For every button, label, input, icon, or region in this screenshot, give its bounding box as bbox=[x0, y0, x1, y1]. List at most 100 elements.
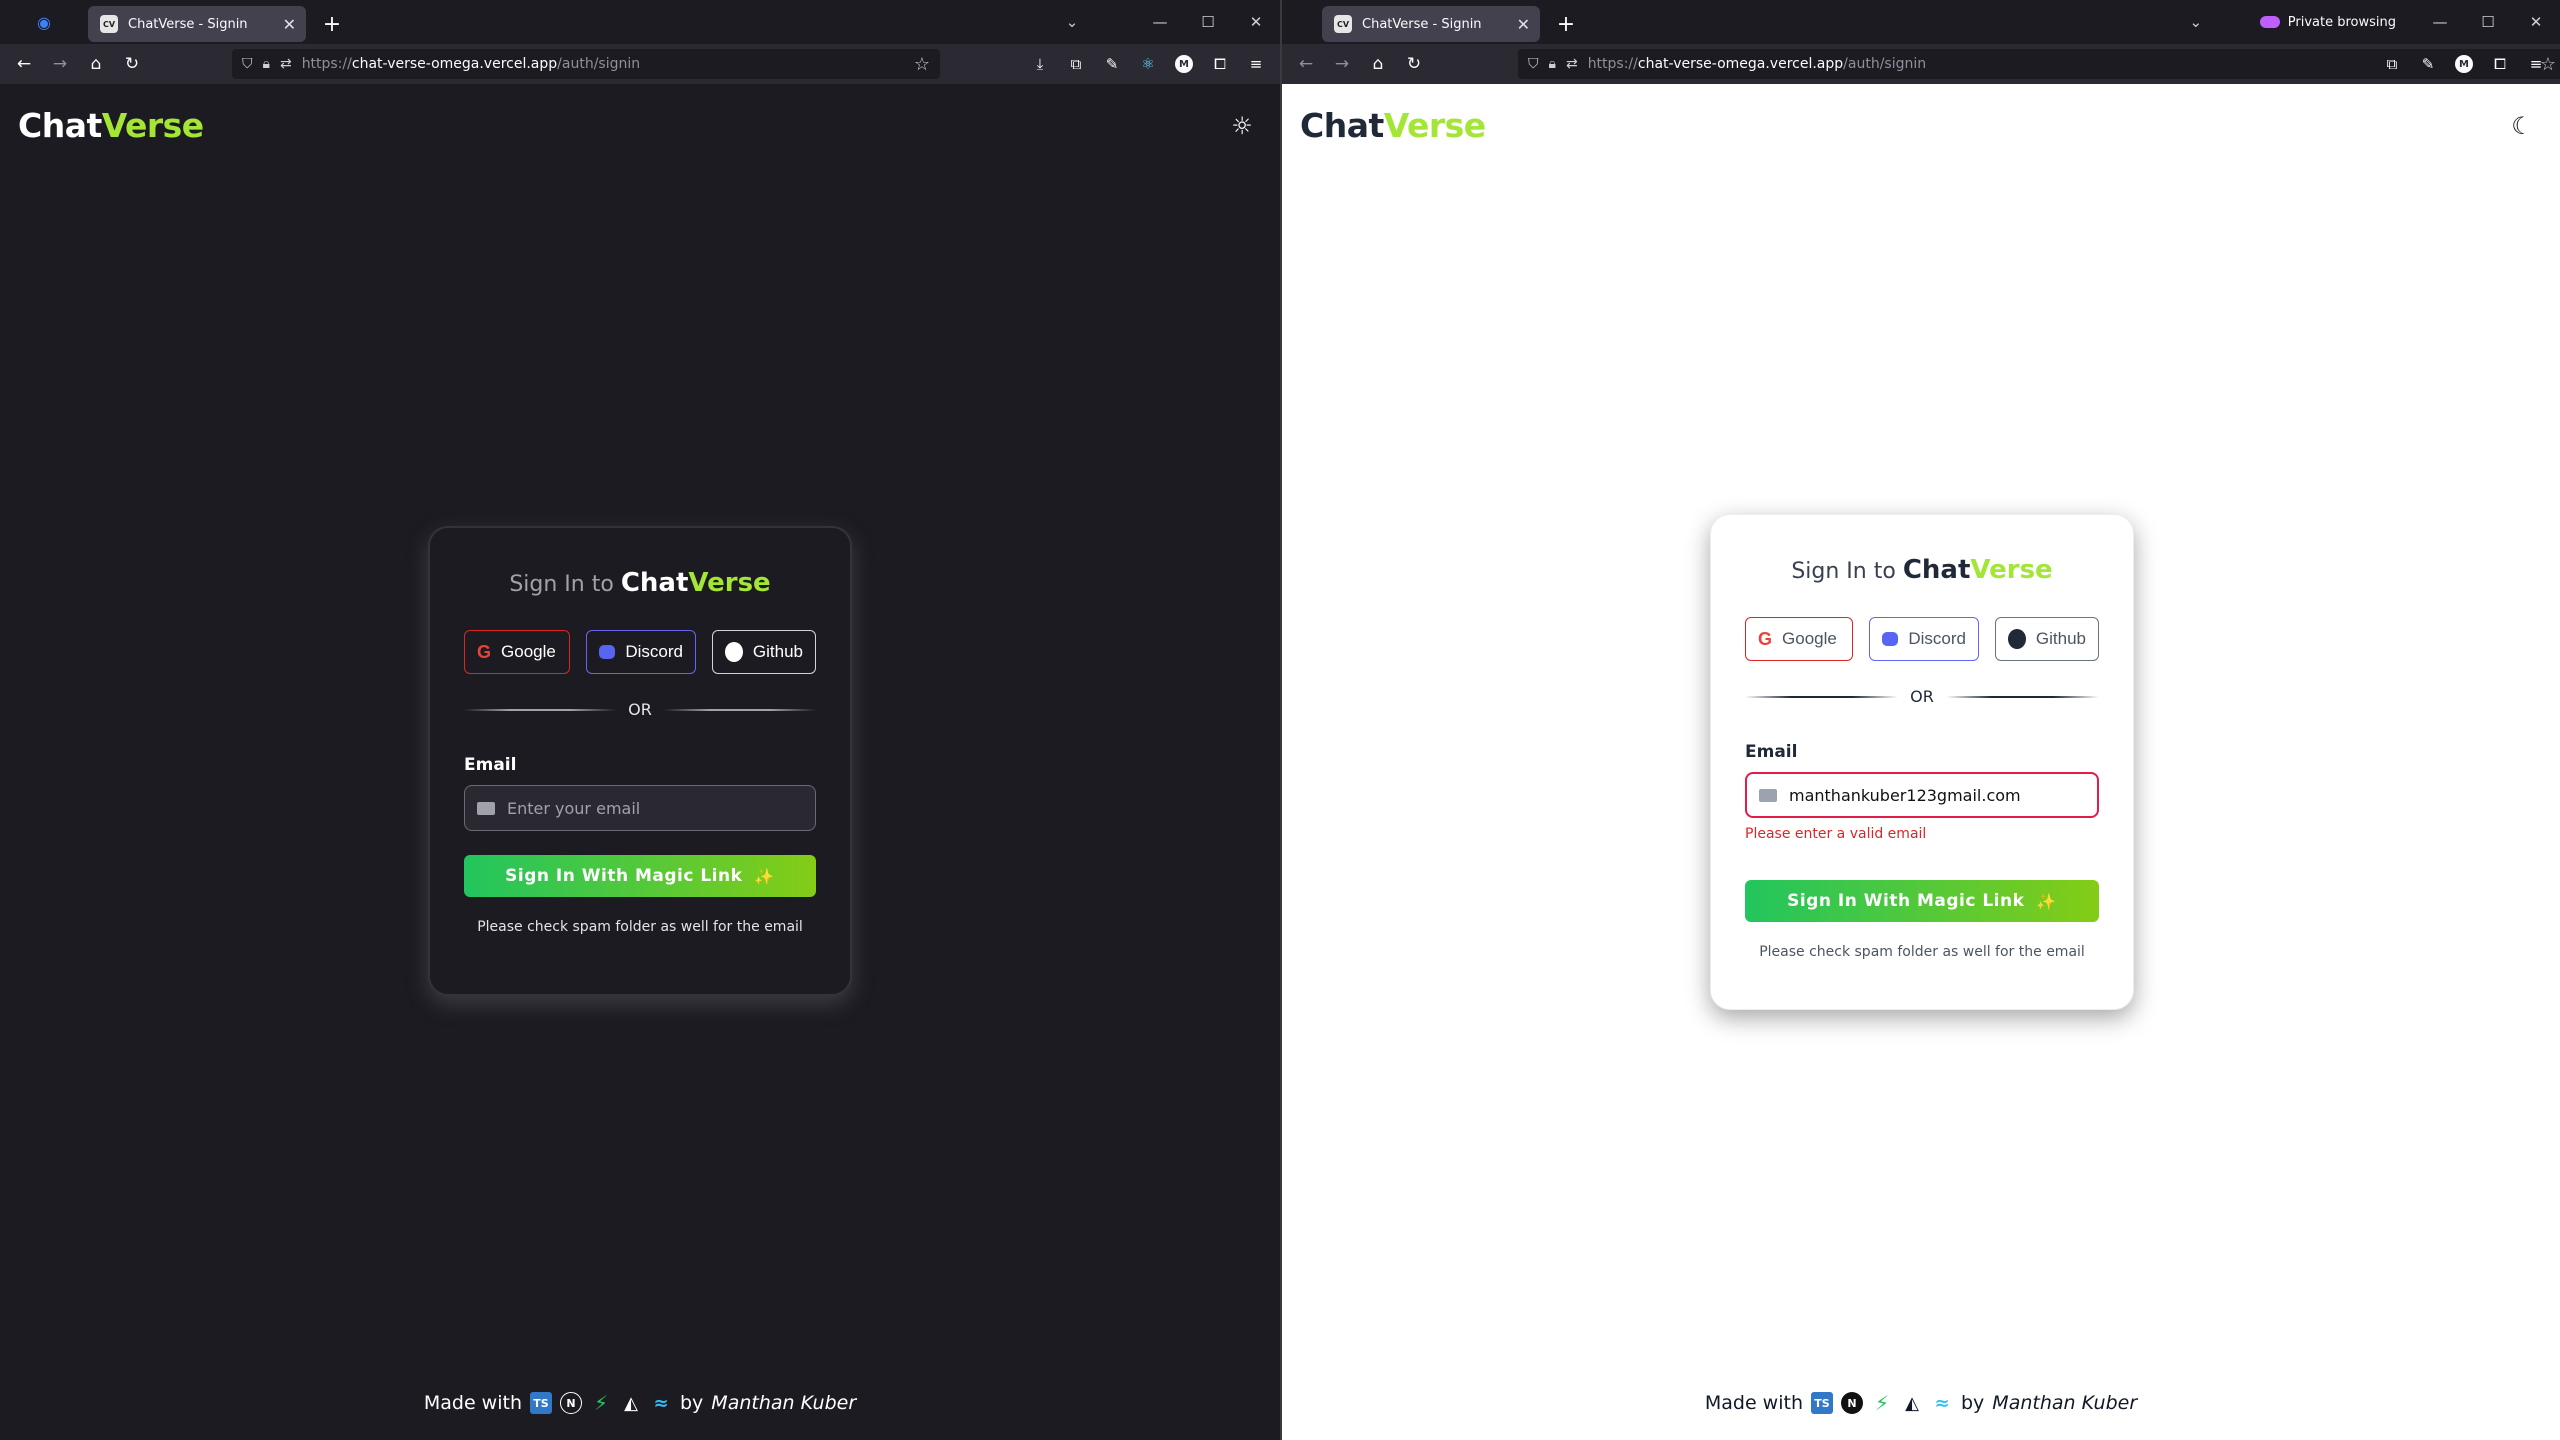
signin-page-dark: ChatVerse ☼ Sign In to ChatVerse G Google… bbox=[0, 84, 1280, 1440]
screenshot-icon[interactable]: ⧉ bbox=[1060, 48, 1092, 80]
nextjs-icon: N bbox=[559, 1392, 582, 1414]
brand-logo[interactable]: ChatVerse bbox=[1300, 106, 1486, 145]
minimize-icon[interactable]: — bbox=[1136, 13, 1184, 31]
bookmark-star-icon[interactable]: ☆ bbox=[914, 54, 930, 75]
discord-button[interactable]: Discord bbox=[1869, 617, 1979, 661]
maximize-icon[interactable]: ☐ bbox=[1184, 13, 1232, 31]
github-button[interactable]: Github bbox=[1995, 617, 2099, 661]
discord-icon bbox=[599, 645, 616, 659]
discord-icon bbox=[1882, 632, 1899, 646]
browser-tab[interactable]: CV ChatVerse - Signin ✕ bbox=[1322, 6, 1540, 42]
tab-list-chevron-icon[interactable]: ⌄ bbox=[1048, 13, 1096, 31]
download-icon[interactable]: ⤓ bbox=[1024, 48, 1056, 80]
permissions-icon[interactable]: ⇄ bbox=[280, 56, 292, 72]
menu-hamburger-icon[interactable]: ≡ bbox=[1240, 48, 1272, 80]
email-error-message: Please enter a valid email bbox=[1745, 826, 1927, 842]
spam-note: Please check spam folder as well for the… bbox=[477, 919, 803, 935]
lock-icon[interactable]: 🔒︎ bbox=[263, 56, 270, 72]
minimize-icon[interactable]: — bbox=[2416, 13, 2464, 31]
google-button[interactable]: G Google bbox=[464, 630, 570, 674]
magic-link-button[interactable]: Sign In With Magic Link ✨ bbox=[1745, 880, 2099, 922]
footer: Made with TS N ⚡︎ ◭ ≈ by Manthan Kuber bbox=[1704, 1391, 2138, 1415]
signin-card: Sign In to ChatVerse G Google Discord Git… bbox=[1710, 514, 2134, 1010]
nav-bar: ← → ⌂ ↻ ⛉ 🔒︎ ⇄ https://chat-verse-omega.… bbox=[1282, 44, 2560, 84]
firefox-icon: ◉ bbox=[37, 12, 51, 32]
devtools-wrench-icon[interactable]: ✎ bbox=[1096, 48, 1128, 80]
typescript-icon: TS bbox=[1810, 1392, 1833, 1414]
menu-hamburger-icon[interactable]: ≡ bbox=[2520, 48, 2552, 80]
nav-bar: ← → ⌂ ↻ ⛉ 🔒︎ ⇄ https://chat-verse-omega.… bbox=[0, 44, 1280, 84]
home-icon[interactable]: ⌂ bbox=[1362, 48, 1394, 80]
oauth-providers: G Google Discord Github bbox=[1745, 617, 2099, 661]
email-field[interactable] bbox=[507, 798, 803, 818]
moon-icon[interactable]: ☾ bbox=[2506, 110, 2538, 142]
close-tab-icon[interactable]: ✕ bbox=[1517, 15, 1530, 34]
github-icon bbox=[2008, 629, 2026, 649]
maximize-icon[interactable]: ☐ bbox=[2464, 13, 2512, 31]
sun-icon[interactable]: ☼ bbox=[1226, 110, 1258, 142]
close-window-icon[interactable]: ✕ bbox=[2512, 13, 2560, 31]
reload-icon[interactable]: ↻ bbox=[1398, 48, 1430, 80]
tab-list-chevron-icon[interactable]: ⌄ bbox=[2172, 13, 2220, 31]
forward-icon[interactable]: → bbox=[1326, 48, 1358, 80]
discord-button[interactable]: Discord bbox=[586, 630, 696, 674]
shield-icon[interactable]: ⛉ bbox=[242, 56, 253, 72]
browser-window-dark: ◉ CV ChatVerse - Signin ✕ + ⌄ — ☐ ✕ ← → … bbox=[0, 0, 1280, 1440]
tab-title: ChatVerse - Signin bbox=[1362, 16, 1482, 32]
devtools-wrench-icon[interactable]: ✎ bbox=[2412, 48, 2444, 80]
url-bar[interactable]: ⛉ 🔒︎ ⇄ https://chat-verse-omega.vercel.a… bbox=[232, 49, 940, 79]
tab-bar: CV ChatVerse - Signin ✕ + ⌄ Private brow… bbox=[1282, 0, 2560, 44]
signin-page-light: ChatVerse ☾ Sign In to ChatVerse G Google… bbox=[1282, 84, 2560, 1440]
back-icon[interactable]: ← bbox=[8, 48, 40, 80]
sparkles-icon: ✨ bbox=[754, 866, 775, 886]
oauth-providers: G Google Discord Github bbox=[464, 630, 816, 674]
back-icon[interactable]: ← bbox=[1290, 48, 1322, 80]
forward-icon[interactable]: → bbox=[44, 48, 76, 80]
home-icon[interactable]: ⌂ bbox=[80, 48, 112, 80]
favicon-icon: CV bbox=[100, 15, 118, 33]
tailwind-icon: ≈ bbox=[653, 1392, 669, 1414]
extensions-puzzle-icon[interactable]: ⧠ bbox=[1204, 48, 1236, 80]
screenshot-icon[interactable]: ⧉ bbox=[2376, 48, 2408, 80]
supabase-bolt-icon: ⚡︎ bbox=[593, 1391, 608, 1415]
nextjs-icon: N bbox=[1840, 1392, 1863, 1414]
author-link[interactable]: Manthan Kuber bbox=[1992, 1392, 2137, 1414]
toolbar-icons: ⤓ ⧉ ✎ ⚛ M ⧠ ≡ bbox=[1024, 44, 1272, 84]
email-field[interactable] bbox=[1789, 785, 2085, 805]
email-field-wrapper bbox=[464, 785, 816, 831]
github-icon bbox=[725, 642, 743, 662]
or-divider: OR bbox=[1745, 687, 2099, 706]
new-tab-button[interactable]: + bbox=[314, 6, 350, 42]
reload-icon[interactable]: ↻ bbox=[116, 48, 148, 80]
mail-icon bbox=[477, 801, 495, 815]
supabase-bolt-icon: ⚡︎ bbox=[1874, 1391, 1889, 1415]
github-button[interactable]: Github bbox=[712, 630, 816, 674]
google-button[interactable]: G Google bbox=[1745, 617, 1853, 661]
brand-logo[interactable]: ChatVerse bbox=[18, 106, 204, 145]
author-link[interactable]: Manthan Kuber bbox=[711, 1392, 856, 1414]
prisma-icon: ◭ bbox=[1905, 1392, 1919, 1414]
extensions-puzzle-icon[interactable]: ⧠ bbox=[2484, 48, 2516, 80]
url-text[interactable]: https://chat-verse-omega.vercel.app/auth… bbox=[302, 56, 904, 72]
extension-m-icon[interactable]: M bbox=[2448, 48, 2480, 80]
email-label: Email bbox=[464, 755, 517, 775]
email-label: Email bbox=[1745, 742, 1798, 762]
extension-m-icon[interactable]: M bbox=[1168, 48, 1200, 80]
react-devtools-icon[interactable]: ⚛ bbox=[1132, 48, 1164, 80]
card-title: Sign In to ChatVerse bbox=[509, 568, 771, 598]
shield-icon[interactable]: ⛉ bbox=[1528, 56, 1539, 72]
signin-card: Sign In to ChatVerse G Google Discord Git… bbox=[428, 526, 852, 996]
private-browsing-indicator: Private browsing bbox=[2259, 15, 2396, 30]
tailwind-icon: ≈ bbox=[1934, 1392, 1950, 1414]
close-tab-icon[interactable]: ✕ bbox=[283, 15, 296, 34]
google-icon: G bbox=[1758, 628, 1773, 649]
new-tab-button[interactable]: + bbox=[1548, 6, 1584, 42]
close-window-icon[interactable]: ✕ bbox=[1232, 13, 1280, 31]
magic-link-button[interactable]: Sign In With Magic Link ✨ bbox=[464, 855, 816, 897]
mail-icon bbox=[1759, 788, 1777, 802]
permissions-icon[interactable]: ⇄ bbox=[1566, 56, 1578, 72]
browser-tab[interactable]: CV ChatVerse - Signin ✕ bbox=[88, 6, 306, 42]
google-icon: G bbox=[477, 641, 492, 662]
lock-icon[interactable]: 🔒︎ bbox=[1549, 56, 1556, 72]
private-mask-icon bbox=[2259, 16, 2280, 28]
